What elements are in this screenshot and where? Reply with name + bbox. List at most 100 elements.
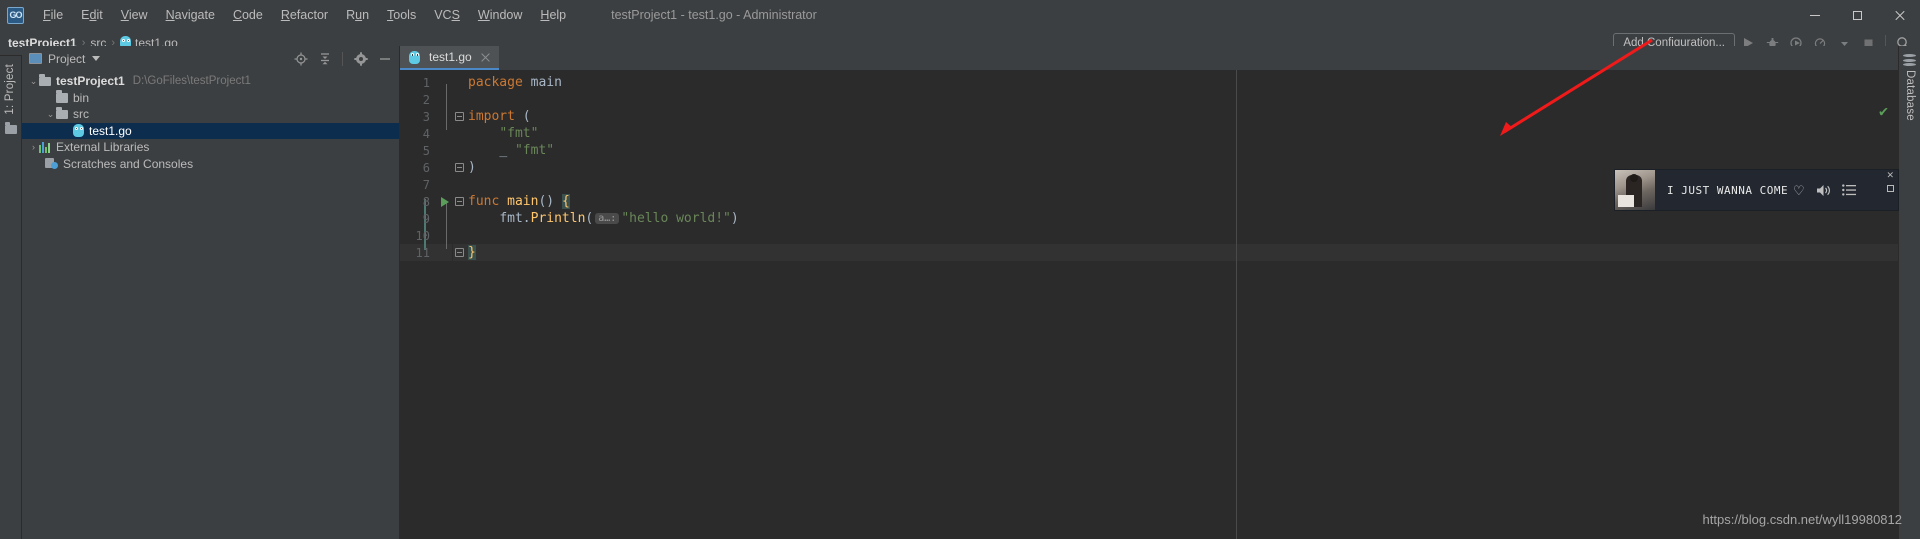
window-title: testProject1 - test1.go - Administrator [611, 8, 817, 22]
line-number: 10 [400, 229, 438, 243]
left-tool-strip: 1: Project [0, 56, 22, 539]
menu-item-navigate[interactable]: Navigate [157, 5, 224, 25]
fold-minus-icon[interactable] [455, 163, 464, 172]
menu-item-view[interactable]: View [112, 5, 157, 25]
code-text: ) [466, 160, 476, 175]
fold-marker-collapse[interactable] [452, 112, 466, 121]
close-button[interactable] [1878, 0, 1920, 30]
code-line: 3 import ( [400, 108, 1920, 125]
line-number: 7 [400, 178, 438, 192]
expand-arrow-icon[interactable]: ⌄ [45, 109, 56, 120]
window-controls [1794, 0, 1920, 30]
tree-path: D:\GoFiles\testProject1 [133, 75, 251, 87]
line-number: 5 [400, 144, 438, 158]
menu-item-vcs[interactable]: VCS [425, 5, 469, 25]
tab-test1-go[interactable]: test1.go [400, 46, 499, 70]
scratches-icon [45, 158, 58, 169]
folder-icon[interactable] [5, 125, 17, 134]
code-text: func main() { [466, 194, 570, 209]
menu-item-run[interactable]: Run [337, 5, 378, 25]
tree-label: Scratches and Consoles [63, 157, 193, 171]
fold-minus-icon[interactable] [455, 112, 464, 121]
sidebar-item-database[interactable]: Database [1904, 70, 1916, 121]
fold-marker-collapse-end[interactable] [452, 248, 466, 257]
volume-icon[interactable] [1816, 184, 1831, 197]
tree-row-bin[interactable]: bin [22, 90, 399, 107]
menu-bar: File Edit View Navigate Code Refactor Ru… [34, 5, 575, 25]
music-window-controls: ✕ [1886, 171, 1894, 192]
close-icon[interactable]: ✕ [1886, 171, 1894, 180]
line-number: 2 [400, 93, 438, 107]
line-number: 1 [400, 76, 438, 90]
sidebar-item-project[interactable]: 1: Project [4, 64, 16, 115]
chevron-down-icon[interactable] [92, 56, 100, 61]
ide-window: GO File Edit View Navigate Code Refactor… [0, 0, 1920, 539]
maximize-button[interactable] [1836, 0, 1878, 30]
tree-label: bin [73, 91, 89, 105]
collapse-all-icon[interactable] [314, 48, 335, 69]
tree-label: External Libraries [56, 140, 149, 154]
go-file-icon [73, 124, 84, 137]
expand-arrow-icon[interactable]: › [28, 142, 39, 152]
tree-row-src[interactable]: ⌄ src [22, 106, 399, 123]
minimize-button[interactable] [1794, 0, 1836, 30]
line-number: 11 [400, 246, 438, 260]
playlist-icon[interactable] [1842, 184, 1857, 196]
go-file-icon [409, 51, 420, 64]
code-text: } [466, 245, 476, 260]
code-line: 2 [400, 91, 1920, 108]
menu-item-code[interactable]: Code [224, 5, 272, 25]
locate-icon[interactable] [290, 48, 311, 69]
fold-marker-collapse[interactable] [452, 197, 466, 206]
menu-item-refactor[interactable]: Refactor [272, 5, 337, 25]
code-line: 11 } [400, 244, 1920, 261]
menu-item-file[interactable]: File [34, 5, 72, 25]
tree-label: testProject1 [56, 74, 125, 88]
expand-arrow-icon[interactable]: ⌄ [28, 76, 39, 87]
menu-item-help[interactable]: Help [531, 5, 575, 25]
code-editor[interactable]: 1 package main 2 3 import ( [400, 70, 1920, 539]
library-icon [39, 142, 51, 153]
inspection-status-icon[interactable]: ✔ [1879, 102, 1888, 120]
parameter-hint: a…: [595, 213, 619, 224]
code-line: 1 package main [400, 74, 1920, 91]
hide-icon[interactable] [374, 48, 395, 69]
menu-item-window[interactable]: Window [469, 5, 531, 25]
code-line: 5 _ "fmt" [400, 142, 1920, 159]
code-text: import ( [466, 109, 531, 124]
watermark-url: https://blog.csdn.net/wyll19980812 [1703, 512, 1902, 527]
run-gutter-button[interactable] [438, 197, 452, 207]
database-icon[interactable] [1903, 54, 1916, 66]
menu-item-edit[interactable]: Edit [72, 5, 112, 25]
close-icon[interactable] [480, 52, 491, 63]
tree-row-external-libraries[interactable]: › External Libraries [22, 139, 399, 156]
settings-gear-icon[interactable] [350, 48, 371, 69]
project-panel-title: Project [48, 52, 85, 66]
goland-logo-icon: GO [7, 7, 24, 24]
editor-tab-bar: test1.go [400, 46, 1920, 70]
tree-row-project-root[interactable]: ⌄ testProject1 D:\GoFiles\testProject1 [22, 73, 399, 90]
editor-right-margin-line [1236, 70, 1237, 539]
fold-marker-collapse-end[interactable] [452, 163, 466, 172]
title-bar: GO File Edit View Navigate Code Refactor… [0, 0, 1920, 30]
fold-minus-icon[interactable] [455, 197, 464, 206]
project-view-icon [29, 53, 42, 64]
code-line: 10 [400, 227, 1920, 244]
code-text: package main [466, 75, 562, 90]
fold-minus-icon[interactable] [455, 248, 464, 257]
code-lines: 1 package main 2 3 import ( [400, 74, 1920, 261]
tree-row-test1-go[interactable]: test1.go [22, 123, 399, 140]
menu-item-tools[interactable]: Tools [378, 5, 425, 25]
project-panel-header: Project [22, 46, 399, 71]
code-text: _ "fmt" [466, 143, 554, 158]
music-controls: ♡ [1793, 184, 1857, 197]
music-player-widget[interactable]: I JUST WANNA COME A LIT ♡ ✕ [1615, 170, 1898, 210]
run-icon[interactable] [441, 197, 449, 207]
project-tool-window: Project [22, 46, 400, 539]
line-number: 9 [400, 212, 438, 226]
restore-icon[interactable] [1887, 185, 1894, 192]
album-art-image [1615, 170, 1655, 210]
right-tool-strip: Database [1898, 46, 1920, 539]
tree-row-scratches-and-consoles[interactable]: Scratches and Consoles [22, 156, 399, 173]
heart-icon[interactable]: ♡ [1793, 184, 1805, 197]
